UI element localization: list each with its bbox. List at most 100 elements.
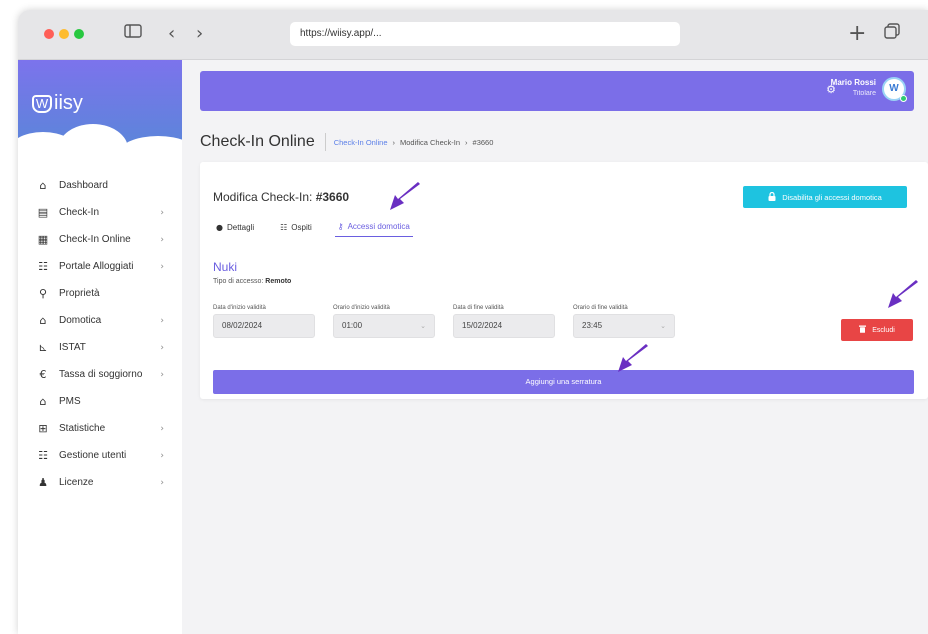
page-header: Check-In Online Check-In Online › Modifi… bbox=[200, 130, 493, 154]
calendar-check-icon: ▦ bbox=[37, 233, 49, 246]
user-name: Mario Rossi bbox=[830, 78, 876, 87]
disable-domotics-access-button[interactable]: Disabilita gli accessi domotica bbox=[743, 186, 907, 208]
sidebar-item-label: Statistiche bbox=[59, 423, 106, 434]
end-time-select[interactable]: 23:45 ⌄ bbox=[573, 314, 675, 338]
sidebar-item-label: Gestione utenti bbox=[59, 450, 127, 461]
annotation-arrow-icon bbox=[390, 182, 420, 210]
sidebar-item-dashboard[interactable]: ⌂ Dashboard bbox=[18, 172, 182, 199]
sidebar-item-proprieta[interactable]: ⚲ Proprietà bbox=[18, 280, 182, 307]
building-icon: ⌂ bbox=[39, 395, 47, 408]
breadcrumb-item-check-in-online[interactable]: Check-In Online bbox=[334, 138, 388, 147]
close-window-dot[interactable] bbox=[44, 29, 54, 39]
tab-label: Ospiti bbox=[291, 222, 312, 232]
sidebar-item-tassa-di-soggiorno[interactable]: € Tassa di soggiorno › bbox=[18, 361, 182, 388]
end-date-label: Data di fine validità bbox=[453, 305, 504, 311]
user-info[interactable]: Mario Rossi Titolare bbox=[831, 78, 876, 97]
end-time-value: 23:45 bbox=[582, 321, 603, 330]
access-type: Tipo di accesso: Remoto bbox=[213, 278, 291, 285]
sidebar-item-domotica[interactable]: ⌂ Domotica › bbox=[18, 307, 182, 334]
user-license-icon: ♟ bbox=[38, 476, 48, 489]
tabs-icon[interactable] bbox=[884, 23, 900, 45]
start-time-select[interactable]: 01:00 ⌄ bbox=[333, 314, 435, 338]
sidebar-item-label: Portale Alloggiati bbox=[59, 261, 134, 272]
sidebar-item-label: PMS bbox=[59, 396, 81, 407]
sidebar-item-check-in-online[interactable]: ▦ Check-In Online › bbox=[18, 226, 182, 253]
forward-icon[interactable]: › bbox=[196, 23, 203, 45]
start-date-value: 08/02/2024 bbox=[222, 321, 263, 330]
breadcrumb-item-id: #3660 bbox=[472, 137, 494, 147]
sidebar-header: W iisy bbox=[18, 60, 182, 150]
chevron-right-icon: › bbox=[160, 369, 164, 380]
card-title: Modifica Check-In: #3660 bbox=[213, 190, 349, 204]
table-icon: ⊞ bbox=[38, 422, 48, 435]
end-date-value: 15/02/2024 bbox=[462, 321, 503, 330]
maximize-window-dot[interactable] bbox=[74, 29, 84, 39]
sidebar-item-istat[interactable]: ⊾ ISTAT › bbox=[18, 334, 182, 361]
exclude-button[interactable]: Escludi bbox=[841, 319, 913, 341]
users-cog-icon: ☷ bbox=[38, 260, 48, 273]
map-marker-icon: ⚲ bbox=[38, 287, 48, 300]
users-icon: ☷ bbox=[280, 222, 288, 232]
chevron-right-icon: › bbox=[160, 342, 164, 353]
chevron-right-icon: › bbox=[160, 234, 164, 245]
sidebar-item-label: Dashboard bbox=[59, 180, 108, 191]
start-date-field: Data d'inizio validità 08/02/2024 bbox=[213, 305, 315, 338]
sidebar-item-label: Tassa di soggiorno bbox=[59, 369, 143, 380]
tab-label: Accessi domotica bbox=[347, 222, 410, 231]
tab-dettagli[interactable]: ● Dettagli bbox=[213, 222, 257, 237]
home-icon: ⌂ bbox=[39, 179, 47, 192]
sidebar: W iisy ⌂ Dashboard ▤ Check-In › ▦ Check-In O… bbox=[18, 60, 182, 634]
sidebar-item-check-in[interactable]: ▤ Check-In › bbox=[18, 199, 182, 226]
page-title: Check-In Online bbox=[200, 133, 326, 151]
sidebar-item-licenze[interactable]: ♟ Licenze › bbox=[18, 469, 182, 496]
tab-accessi-domotica[interactable]: ⚷ Accessi domotica bbox=[334, 222, 413, 237]
breadcrumb: Check-In Online › Modifica Check-In › #3… bbox=[334, 138, 494, 147]
add-lock-button[interactable]: Aggiungi una serratura bbox=[213, 370, 914, 394]
end-time-label: Orario di fine validità bbox=[573, 305, 628, 311]
exclude-label: Escludi bbox=[872, 326, 895, 334]
tab-label: Dettagli bbox=[226, 222, 255, 232]
chevron-down-icon: ⌄ bbox=[420, 322, 426, 330]
chevron-right-icon: › bbox=[160, 450, 164, 461]
url-bar[interactable]: https://wiisy.app/... bbox=[290, 22, 680, 46]
sidebar-toggle-icon[interactable] bbox=[124, 23, 142, 45]
clipboard-icon: ▤ bbox=[37, 206, 49, 219]
sidebar-item-label: ISTAT bbox=[59, 342, 86, 353]
end-date-input[interactable]: 15/02/2024 bbox=[453, 314, 555, 338]
logo-mark: W bbox=[32, 94, 52, 113]
card-title-id: #3660 bbox=[315, 190, 350, 204]
card-tabs: ● Dettagli ☷ Ospiti ⚷ Accessi domotica bbox=[213, 222, 413, 237]
chevron-right-icon: › bbox=[160, 207, 164, 218]
check-in-edit-card: Modifica Check-In: #3660 Disabilita gli … bbox=[200, 162, 928, 399]
annotation-arrow-icon bbox=[618, 344, 648, 372]
minimize-window-dot[interactable] bbox=[59, 29, 69, 39]
annotation-arrow-icon bbox=[888, 280, 918, 308]
tab-ospiti[interactable]: ☷ Ospiti bbox=[277, 222, 315, 237]
start-date-input[interactable]: 08/02/2024 bbox=[213, 314, 315, 338]
chevron-down-icon: ⌄ bbox=[660, 322, 666, 330]
breadcrumb-item-modifica[interactable]: Modifica Check-In bbox=[400, 138, 460, 147]
access-type-label: Tipo di accesso: bbox=[213, 278, 266, 285]
browser-titlebar: ‹ › https://wiisy.app/... + bbox=[18, 10, 928, 60]
sidebar-item-gestione-utenti[interactable]: ☷ Gestione utenti › bbox=[18, 442, 182, 469]
breadcrumb-separator: › bbox=[392, 137, 396, 147]
card-title-prefix: Modifica Check-In: bbox=[213, 190, 316, 204]
disable-domotics-access-label: Disabilita gli accessi domotica bbox=[782, 192, 882, 202]
start-time-field: Orario d'inizio validità 01:00 ⌄ bbox=[333, 305, 435, 338]
new-tab-icon[interactable]: + bbox=[848, 23, 866, 45]
users-icon: ☷ bbox=[38, 449, 48, 462]
sidebar-item-portale-alloggiati[interactable]: ☷ Portale Alloggiati › bbox=[18, 253, 182, 280]
sidebar-item-pms[interactable]: ⌂ PMS bbox=[18, 388, 182, 415]
online-status-dot bbox=[900, 95, 907, 102]
sidebar-item-label: Proprietà bbox=[59, 288, 100, 299]
back-icon[interactable]: ‹ bbox=[168, 23, 175, 45]
chevron-right-icon: › bbox=[160, 261, 164, 272]
sidebar-item-label: Check-In Online bbox=[59, 234, 131, 245]
logo-text: iisy bbox=[54, 92, 83, 114]
sidebar-item-statistiche[interactable]: ⊞ Statistiche › bbox=[18, 415, 182, 442]
euro-icon: € bbox=[39, 368, 47, 381]
wiisy-logo[interactable]: W iisy bbox=[32, 92, 83, 115]
trash-icon bbox=[859, 325, 867, 335]
start-time-value: 01:00 bbox=[342, 321, 363, 330]
browser-window: ‹ › https://wiisy.app/... + W iisy ⌂ Dash… bbox=[18, 10, 928, 634]
